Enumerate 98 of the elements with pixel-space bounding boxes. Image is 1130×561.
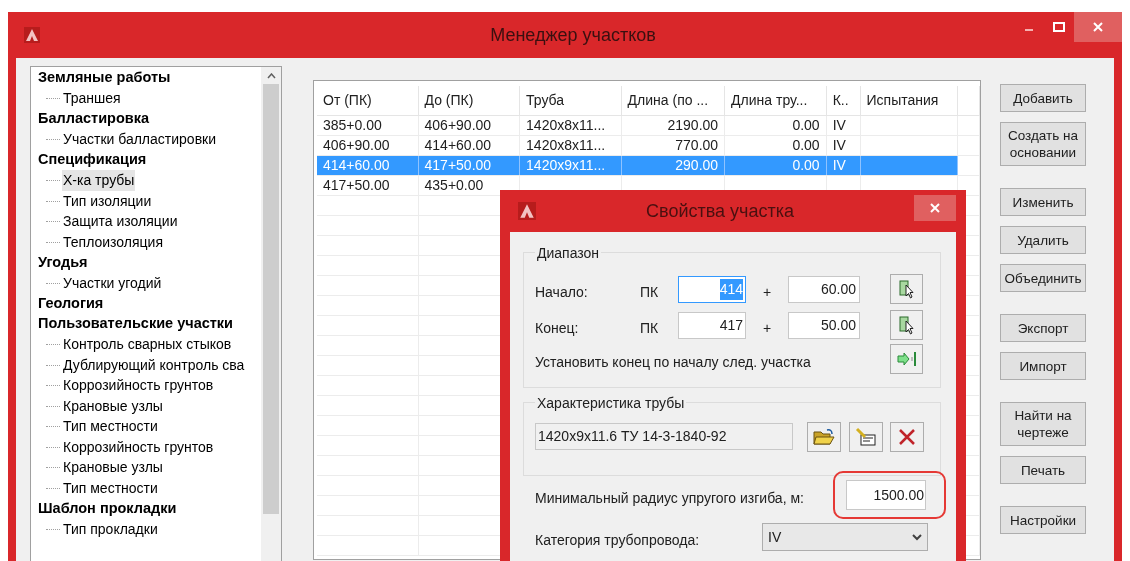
table-cell: 406+90.00 [418, 116, 521, 135]
action-button[interactable]: Удалить [1000, 226, 1086, 254]
tree-group[interactable]: Спецификация [38, 149, 147, 172]
table-cell: 414+60.00 [317, 156, 419, 175]
close-button[interactable] [914, 195, 956, 221]
column-header[interactable]: Труба [520, 86, 622, 115]
field-label: Минимальный радиус упругого изгиба, м: [535, 489, 804, 508]
table-cell: 0.00 [725, 116, 827, 135]
pick-button[interactable] [890, 274, 923, 304]
group-title: Характеристика трубы [535, 393, 687, 414]
tree-group[interactable]: Земляные работы [38, 67, 171, 90]
delete-icon [898, 428, 916, 446]
action-button[interactable]: Изменить [1000, 188, 1086, 216]
tree-item[interactable]: Х-ка трубы [62, 170, 136, 192]
tree-item[interactable]: Тип местности [62, 477, 159, 499]
action-button[interactable]: Создать на основании [1000, 122, 1086, 166]
column-header[interactable]: К.. [826, 86, 861, 115]
column-header[interactable]: От (ПК) [317, 86, 419, 115]
action-button[interactable]: Печать [1000, 456, 1086, 484]
radius-field[interactable]: 1500.00 [846, 480, 926, 510]
field-label: Конец: [535, 319, 579, 338]
app-logo-icon [518, 202, 536, 220]
action-button[interactable]: Импорт [1000, 352, 1086, 380]
window-title: Менеджер участков [489, 23, 657, 47]
pick-button[interactable] [890, 310, 923, 340]
pk-field[interactable]: 417 [678, 312, 746, 339]
close-icon [1093, 22, 1103, 32]
table-cell: 417+50.00 [317, 176, 419, 195]
tree-group[interactable]: Угодья [38, 251, 88, 274]
offset-field[interactable]: 50.00 [788, 312, 860, 339]
action-button[interactable]: Добавить [1000, 84, 1086, 112]
table-cell: 0.00 [725, 156, 827, 175]
tree-item[interactable]: Тип прокладки [62, 518, 159, 540]
next-start-button[interactable] [890, 344, 923, 374]
tree-item[interactable]: Крановые узлы [62, 395, 164, 417]
tree-group[interactable]: Геология [38, 292, 104, 315]
tree-group[interactable]: Пользовательские участки [38, 313, 234, 336]
action-button[interactable]: Экспорт [1000, 314, 1086, 342]
field-label: Установить конец по началу след. участка [535, 353, 811, 372]
tree-item[interactable]: Дублирующий контроль сва [62, 354, 246, 376]
field-label: Категория трубопровода: [535, 531, 700, 550]
table-cell: 2190.00 [621, 116, 726, 135]
table-cell: IV [826, 136, 861, 155]
tree-item[interactable]: Крановые узлы [62, 457, 164, 479]
table-cell: 1420x9x11... [520, 156, 622, 175]
open-button[interactable] [807, 422, 841, 452]
pick-icon [898, 315, 915, 335]
tree-item[interactable]: Участки балластировки [62, 129, 217, 151]
tree-item[interactable]: Контроль сварных стыков [62, 334, 233, 356]
table-cell: 414+60.00 [418, 136, 521, 155]
category-dropdown[interactable]: IV [762, 523, 928, 551]
tree-group[interactable]: Балластировка [38, 108, 149, 131]
tree-item[interactable]: Тип изоляции [62, 190, 153, 212]
tree-item[interactable]: Защита изоляции [62, 211, 179, 233]
plus-label: + [763, 283, 772, 302]
tree-group[interactable]: Шаблон прокладки [38, 497, 177, 520]
plus-label: + [763, 319, 772, 338]
offset-field[interactable]: 60.00 [788, 276, 860, 303]
tree-item[interactable]: Коррозийность грунтов [62, 436, 215, 458]
close-icon [930, 203, 940, 213]
table-cell: 1420x8x11... [520, 116, 622, 135]
field-label: Начало: [535, 283, 588, 302]
tree-item[interactable]: Траншея [62, 88, 122, 110]
folder-icon [813, 428, 835, 446]
table-cell: 770.00 [621, 136, 726, 155]
delete-button[interactable] [890, 422, 924, 452]
table-cell: IV [826, 116, 861, 135]
column-header[interactable]: Испытания [860, 86, 959, 115]
action-button[interactable]: Найти на чертеже [1000, 402, 1086, 446]
table-cell: IV [826, 156, 861, 175]
field-label: ПК [640, 319, 659, 338]
table-cell: 385+0.00 [317, 116, 419, 135]
chevron-down-icon [912, 533, 922, 541]
field-label: ПК [640, 283, 659, 302]
table-cell: 1420x8x11... [520, 136, 622, 155]
table-cell: 0.00 [725, 136, 827, 155]
column-header[interactable]: Длина тру... [725, 86, 827, 115]
table-cell: 417+50.00 [418, 156, 521, 175]
tree-item[interactable]: Коррозийность грунтов [62, 375, 215, 397]
tree-item[interactable]: Тип местности [62, 416, 159, 438]
dialog-title: Свойства участка [645, 199, 795, 223]
pipe-field: 1420x9x11.6 ТУ 14-3-1840-92 [535, 423, 793, 450]
tree-item[interactable]: Теплоизоляция [62, 231, 164, 253]
table-cell: 290.00 [621, 156, 726, 175]
edit-button[interactable] [849, 422, 883, 452]
action-button[interactable]: Настройки [1000, 506, 1086, 534]
scrollbar[interactable] [261, 67, 281, 561]
column-header[interactable]: До (ПК) [418, 86, 521, 115]
edit-icon [855, 427, 877, 447]
close-button[interactable] [1074, 12, 1122, 42]
tree-item[interactable]: Участки угодий [62, 272, 163, 294]
action-button[interactable]: Объединить [1000, 264, 1086, 292]
column-header[interactable]: Длина (по ... [621, 86, 726, 115]
scroll-thumb[interactable] [263, 84, 279, 514]
app-logo-icon [24, 27, 40, 43]
table-cell: 406+90.00 [317, 136, 419, 155]
arrow-to-bar-icon [895, 351, 918, 367]
pick-icon [898, 279, 915, 299]
